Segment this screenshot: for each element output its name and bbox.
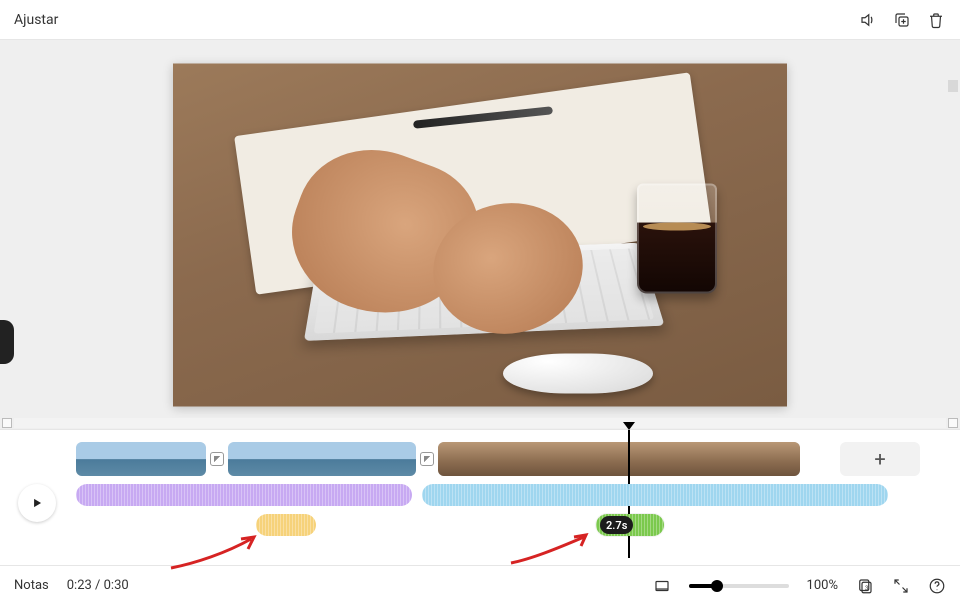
duplicate-icon[interactable] xyxy=(892,10,912,30)
audio-clip-purple[interactable] xyxy=(76,484,412,506)
time-display: 0:23 / 0:30 xyxy=(67,578,129,593)
help-icon[interactable] xyxy=(928,577,946,595)
adjust-label[interactable]: Ajustar xyxy=(14,12,58,28)
clip-duration-badge: 2.7s xyxy=(600,516,633,534)
timeline-tracks[interactable]: + 2.7s xyxy=(76,438,920,558)
video-clip-3-selected[interactable] xyxy=(438,442,800,476)
play-button[interactable] xyxy=(18,484,56,522)
bottom-status-bar: Notas 0:23 / 0:30 100% 3 xyxy=(0,565,960,605)
top-toolbar-actions xyxy=(858,10,946,30)
fullscreen-icon[interactable] xyxy=(892,577,910,595)
transition-1[interactable] xyxy=(210,452,224,466)
transition-2[interactable] xyxy=(420,452,434,466)
pages-icon[interactable]: 3 xyxy=(856,577,874,595)
side-panel-handle[interactable] xyxy=(0,320,14,364)
grid-view-icon[interactable] xyxy=(653,577,671,595)
top-toolbar: Ajustar xyxy=(0,0,960,40)
audio-clip-yellow[interactable] xyxy=(256,514,316,536)
canvas-stage xyxy=(0,40,960,430)
horizontal-scrollbar[interactable] xyxy=(0,417,960,429)
add-page-button[interactable]: + xyxy=(840,442,920,476)
video-clip-1[interactable] xyxy=(76,442,206,476)
audio-clip-blue[interactable] xyxy=(422,484,888,506)
zoom-percentage[interactable]: 100% xyxy=(807,578,838,593)
volume-icon[interactable] xyxy=(858,10,878,30)
timeline-panel: + 2.7s xyxy=(0,430,960,565)
trash-icon[interactable] xyxy=(926,10,946,30)
zoom-slider[interactable] xyxy=(689,584,789,588)
video-preview[interactable] xyxy=(173,63,787,406)
video-clip-2[interactable] xyxy=(228,442,416,476)
svg-text:3: 3 xyxy=(865,584,868,591)
notes-button[interactable]: Notas xyxy=(14,578,49,593)
video-track[interactable] xyxy=(76,442,800,476)
vertical-scroll-hint[interactable] xyxy=(948,80,958,92)
audio-clip-green[interactable]: 2.7s xyxy=(596,514,664,536)
